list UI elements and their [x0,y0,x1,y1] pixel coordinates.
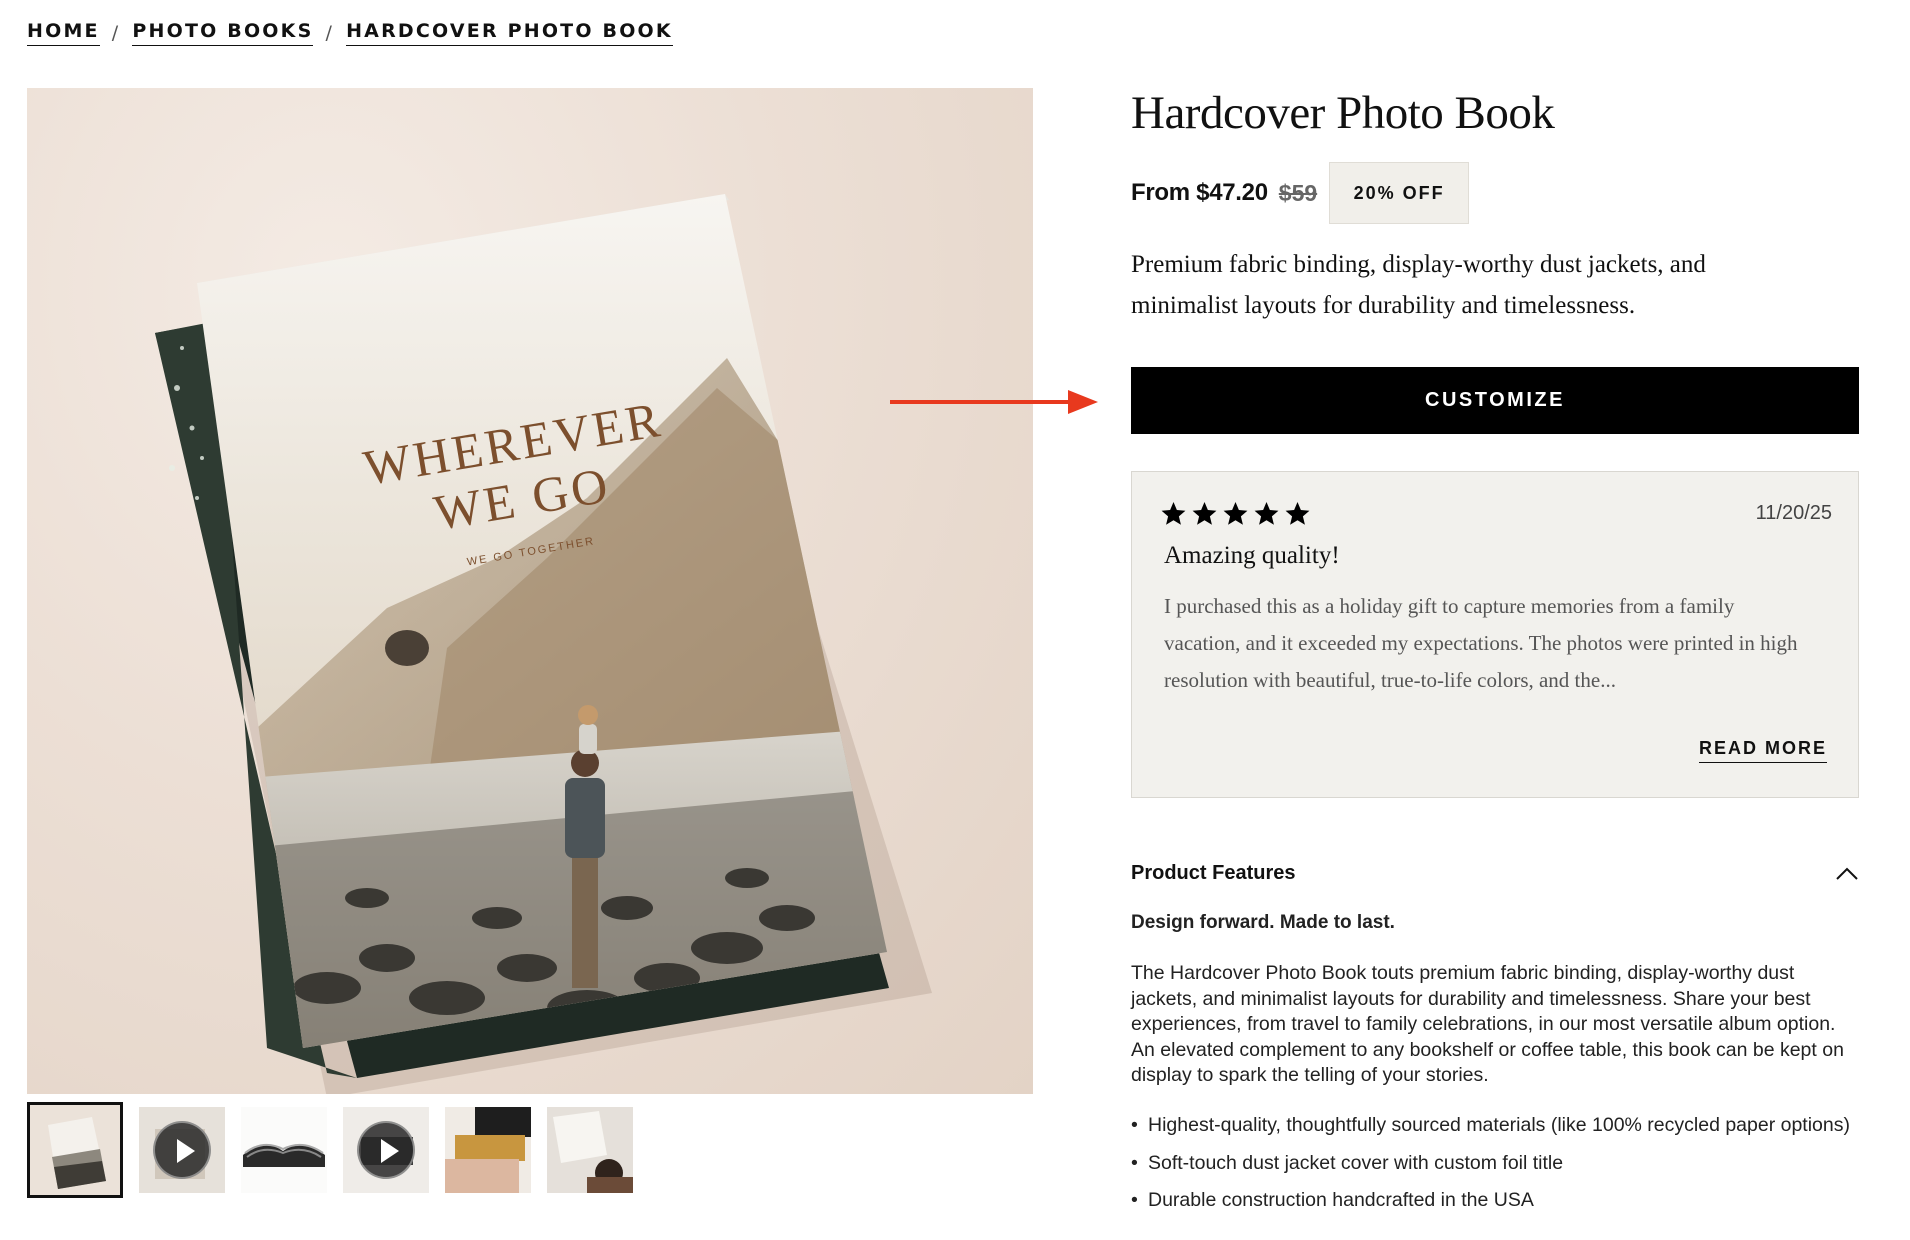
arrow-right-icon [890,390,1098,414]
bullet: • [1131,1189,1138,1211]
discount-badge: 20% OFF [1329,162,1470,224]
product-features-toggle[interactable]: Product Features [1131,862,1859,885]
open-book-thumbnail [241,1107,327,1193]
list-item: • Highest-quality, thoughtfully sourced m… [1131,1113,1861,1139]
list-item: • Soft-touch dust jacket cover with custo… [1131,1151,1861,1177]
read-more-link[interactable]: READ MORE [1698,738,1827,763]
play-icon [357,1121,415,1179]
price-from: From $47.20 [1131,179,1268,206]
star-icon [1254,502,1279,525]
product-description: Premium fabric binding, display-worthy d… [1131,251,1706,319]
star-icon [1223,502,1248,525]
product-title: Hardcover Photo Book [1131,87,1555,139]
product-features-subheading: Design forward. Made to last. [1131,912,1395,933]
feature-bullet-text: Soft-touch dust jacket cover with custom… [1148,1151,1564,1174]
feature-bullet-text: Highest-quality, thoughtfully sourced ma… [1148,1114,1850,1136]
thumb-lifestyle[interactable] [547,1107,633,1193]
main-product-image[interactable]: WHEREVER WE GO WE GO TOGETHER [27,88,1033,1094]
bullet: • [1131,1114,1138,1136]
thumb-cover[interactable] [27,1102,123,1198]
lifestyle-thumbnail [547,1107,633,1193]
product-features-body: The Hardcover Photo Book touts premium f… [1131,962,1844,1086]
feature-bullet-text: Durable construction handcrafted in the … [1148,1189,1534,1211]
chevron-up-icon [1836,867,1858,880]
breadcrumb-current-link[interactable]: HARDCOVER PHOTO BOOK [346,20,673,46]
breadcrumb-separator: / [111,22,121,44]
bullet: • [1131,1151,1138,1174]
star-rating [1160,500,1311,527]
list-item: • Durable construction handcrafted in the… [1131,1188,1861,1214]
star-icon [1161,502,1186,525]
breadcrumb: HOME / PHOTO BOOKS / HARDCOVER PHOTO BOO… [27,20,673,46]
thumbnail-strip [27,1102,633,1198]
review-body: I purchased this as a holiday gift to ca… [1164,594,1798,692]
breadcrumb-home-link[interactable]: HOME [27,20,100,46]
star-icon [1285,502,1310,525]
review-date: 11/20/25 [1755,502,1832,524]
product-features-list: • Highest-quality, thoughtfully sourced m… [1131,1113,1861,1226]
price-row: From $47.20 $59 20% OFF [1131,162,1470,224]
breadcrumb-photo-books-link[interactable]: PHOTO BOOKS [132,20,314,46]
product-photo: WHEREVER WE GO WE GO TOGETHER [155,194,932,1094]
thumb-open-book[interactable] [241,1107,327,1193]
play-icon [153,1121,211,1179]
review-card: 11/20/25 Amazing quality! I purchased th… [1131,471,1859,798]
breadcrumb-separator: / [325,22,335,44]
thumb-video-2[interactable] [343,1107,429,1193]
thumb-fabric-swatches[interactable] [445,1107,531,1193]
thumb-video-1[interactable] [139,1107,225,1193]
fabric-swatches-thumbnail [445,1107,531,1193]
review-title: Amazing quality! [1164,542,1340,569]
customize-button[interactable]: CUSTOMIZE [1131,367,1859,434]
price-original: $59 [1278,179,1318,206]
book-cover-thumbnail [30,1105,120,1195]
star-icon [1192,502,1217,525]
product-features-heading: Product Features [1131,862,1296,884]
